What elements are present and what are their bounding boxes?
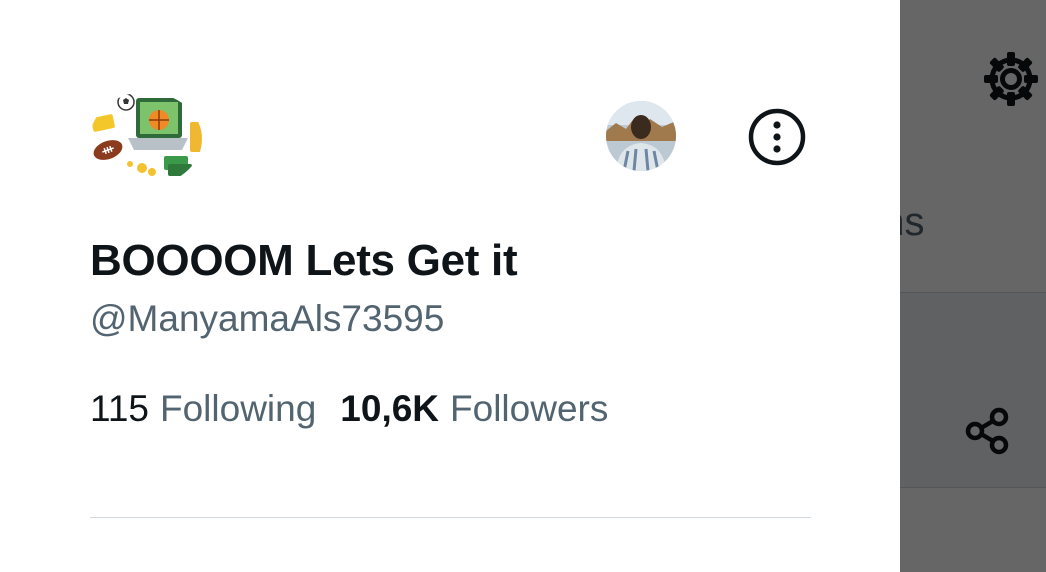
followers-count: 10,6K	[340, 388, 440, 429]
more-options-button[interactable]	[744, 104, 810, 170]
user-handle: @ManyamaAls73595	[90, 298, 445, 339]
followers-link[interactable]: 10,6K Followers	[340, 388, 608, 430]
profile-avatar[interactable]	[90, 92, 202, 186]
display-name: BOOOOM Lets Get it	[90, 236, 518, 285]
following-link[interactable]: 115 Following	[90, 388, 316, 430]
more-options-icon	[748, 108, 806, 166]
drawer-divider	[90, 517, 811, 518]
following-count: 115	[90, 388, 149, 429]
account-switcher-avatar[interactable]	[606, 101, 676, 171]
followers-label: Followers	[450, 388, 609, 429]
following-label: Following	[160, 388, 317, 429]
follow-stats: 115 Following 10,6K Followers	[90, 388, 608, 430]
navigation-drawer: BOOOOM Lets Get it @ManyamaAls73595 115 …	[0, 0, 900, 572]
